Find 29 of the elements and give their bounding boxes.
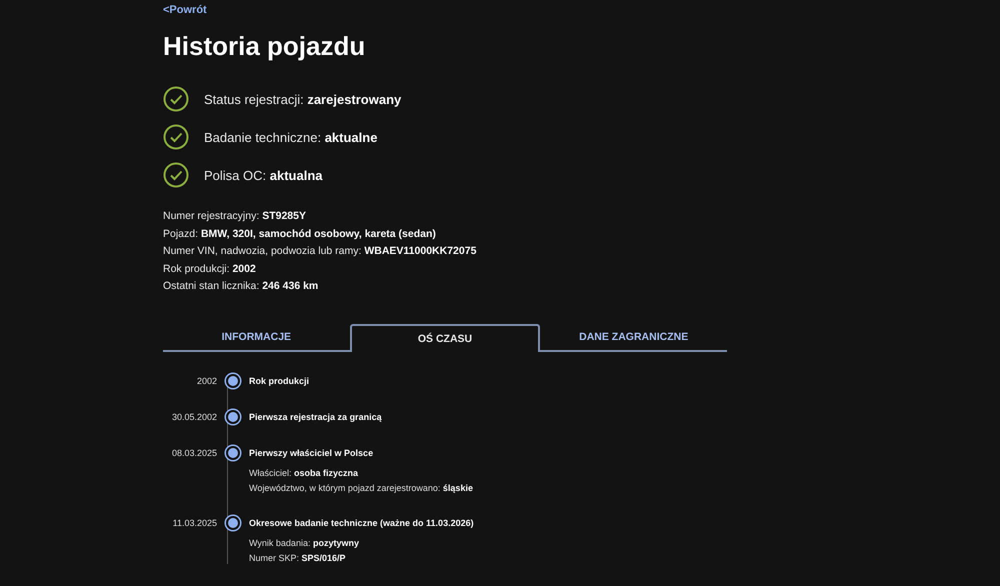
event-title: Pierwsza rejestracja za granicą: [249, 410, 383, 424]
event-detail: Numer SKP: SPS/016/P: [249, 552, 347, 564]
vehicle-detail: Ostatni stan licznika: 246 436 km: [163, 280, 320, 294]
vehicle-detail: Numer rejestracyjny: ST9285Y: [163, 210, 307, 224]
event-detail: Województwo, w którym pojazd zarejestrowano: śląskie: [249, 482, 474, 494]
event-title: Okresowe badanie techniczne (ważne do 11.03.2026): [249, 516, 475, 530]
event-date: 2002: [196, 374, 217, 388]
tab[interactable]: DANE ZAGRANICZNE: [540, 324, 728, 352]
event-detail: Wynik badania: pozytywny: [249, 536, 360, 548]
event-title: Rok produkcji: [249, 374, 310, 388]
status-text: Polisa OC: aktualna: [204, 168, 322, 182]
timeline-dot: [226, 516, 240, 530]
event-date: 08.03.2025: [170, 446, 217, 460]
tab[interactable]: INFORMACJE: [163, 324, 350, 352]
event-title: Pierwszy właściciel w Polsce: [249, 446, 374, 460]
timeline-dot: [226, 410, 240, 424]
back-link[interactable]: <Powrót: [163, 4, 207, 16]
event-date: 11.03.2025: [172, 516, 217, 530]
event-detail: Właściciel: osoba fizyczna: [249, 466, 360, 478]
page-title: Historia pojazdu: [163, 30, 366, 62]
status-text: Badanie techniczne: aktualne: [204, 130, 378, 144]
timeline-dot: [226, 374, 240, 388]
vehicle-detail: Numer VIN, nadwozia, podwozia lub ramy: WBAEV11000KK72075: [163, 245, 478, 258]
vehicle-detail: Pojazd: BMW, 320I, samochód osobowy, kareta (sedan): [163, 228, 437, 241]
status-text: Status rejestracji: zarejestrowany: [204, 92, 402, 106]
tab[interactable]: OŚ CZASU: [350, 324, 540, 352]
timeline-dot: [226, 446, 240, 460]
vehicle-detail: Rok produkcji: 2002: [163, 262, 257, 276]
event-date: 30.05.2002: [170, 410, 217, 424]
